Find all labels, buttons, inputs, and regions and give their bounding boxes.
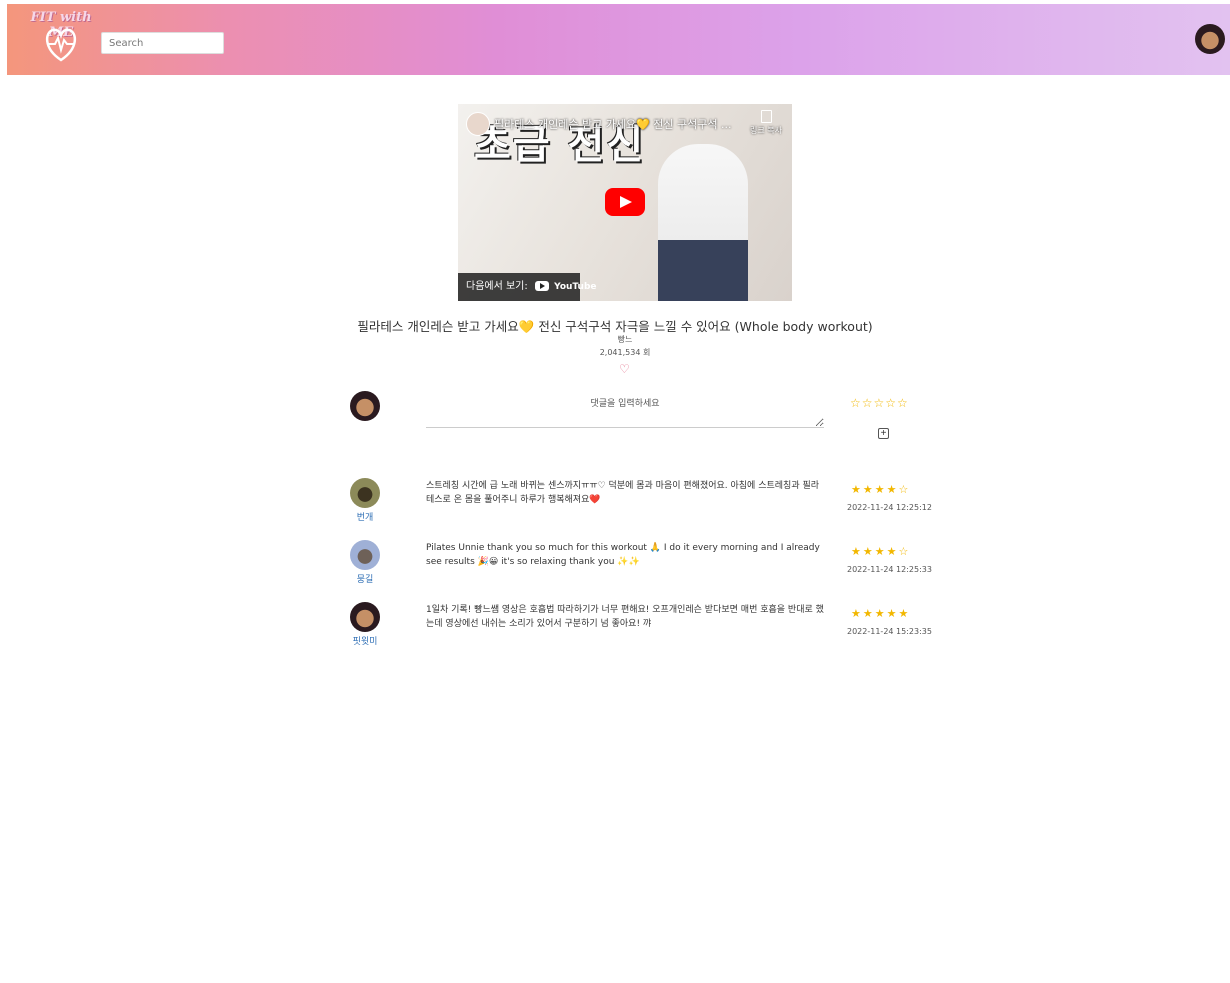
- comment-text: Pilates Unnie thank you so much for this…: [426, 543, 820, 567]
- comment-input[interactable]: [426, 390, 824, 428]
- rating-input-stars[interactable]: ☆☆☆☆☆: [850, 396, 909, 410]
- comment-text: 스트레칭 시간에 급 노래 바뀌는 센스까지ㅠㅠ♡ 덕분에 몸과 마음이 편해졌…: [426, 481, 820, 505]
- comment-text: 1일차 기록! 빵느쌤 영상은 호흡법 따라하기가 너무 편해요! 오프개인레슨…: [426, 605, 824, 629]
- comment-item: 뭉길 Pilates Unnie thank you so much for t…: [340, 537, 940, 597]
- commenter-avatar[interactable]: [350, 540, 380, 570]
- copy-link-label: 링크 복사: [750, 126, 782, 135]
- add-comment-button[interactable]: +: [878, 428, 889, 439]
- comment-date: 2022-11-24 15:23:35: [847, 627, 932, 636]
- like-heart-icon[interactable]: ♡: [619, 363, 630, 375]
- comment-rating-stars: ★★★★☆: [851, 545, 911, 558]
- top-header: FIT with ME: [7, 4, 1230, 75]
- youtube-icon: [534, 281, 549, 291]
- current-user-avatar: [350, 391, 380, 421]
- search-input[interactable]: [101, 32, 224, 54]
- play-button[interactable]: [605, 188, 645, 216]
- youtube-label: YouTube: [554, 282, 597, 292]
- comment-item: 핏윗미 1일차 기록! 빵느쌤 영상은 호흡법 따라하기가 너무 편해요! 오프…: [340, 599, 940, 647]
- copy-icon: [760, 110, 772, 123]
- watch-on-label: 다음에서 보기:: [466, 281, 528, 292]
- comment-date: 2022-11-24 12:25:12: [847, 503, 932, 512]
- channel-name: 빵느: [617, 335, 633, 344]
- comment-rating-stars: ★★★★★: [851, 607, 911, 620]
- copy-link-button[interactable]: 링크 복사: [750, 110, 782, 136]
- video-player[interactable]: 초급 전신 필라테스 개인레슨 받고 가세요💛 전신 구석구석 ... 링크 복…: [458, 104, 792, 301]
- comment-list: 번개 스트레칭 시간에 급 노래 바뀌는 센스까지ㅠㅠ♡ 덕분에 몸과 마음이 …: [340, 475, 940, 647]
- channel-avatar[interactable]: [466, 112, 490, 136]
- commenter-name[interactable]: 번개: [340, 510, 390, 523]
- commenter-name[interactable]: 뭉길: [340, 572, 390, 585]
- watch-on-youtube-button[interactable]: 다음에서 보기: YouTube: [458, 273, 597, 301]
- video-title: 필라테스 개인레슨 받고 가세요💛 전신 구석구석 자극을 느낄 수 있어요 (…: [357, 319, 873, 334]
- comment-item: 번개 스트레칭 시간에 급 노래 바뀌는 센스까지ㅠㅠ♡ 덕분에 몸과 마음이 …: [340, 475, 940, 535]
- video-thumbnail-figure: [658, 144, 748, 301]
- user-avatar[interactable]: [1195, 24, 1225, 54]
- video-overlay-title[interactable]: 필라테스 개인레슨 받고 가세요💛 전신 구석구석 ...: [494, 116, 731, 132]
- commenter-avatar[interactable]: [350, 602, 380, 632]
- view-count: 2,041,534 회: [599, 348, 651, 357]
- fit-with-me-logo[interactable]: FIT with ME: [23, 10, 99, 66]
- heart-pulse-icon: [46, 28, 76, 62]
- comment-rating-stars: ★★★★☆: [851, 483, 911, 496]
- commenter-name[interactable]: 핏윗미: [340, 634, 390, 647]
- video-title-bar: 필라테스 개인레슨 받고 가세요💛 전신 구석구석 ...: [466, 112, 786, 136]
- comment-date: 2022-11-24 12:25:33: [847, 565, 932, 574]
- commenter-avatar[interactable]: [350, 478, 380, 508]
